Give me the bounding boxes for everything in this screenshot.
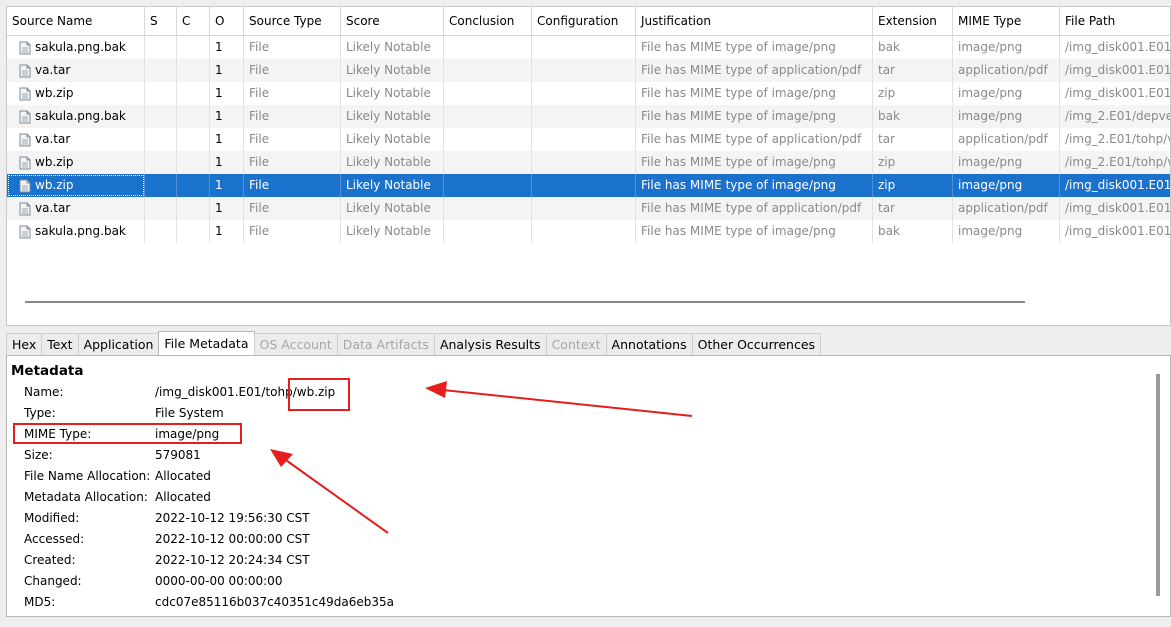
annotation-arrow-head-2	[270, 449, 293, 467]
annotation-arrow-line-1	[442, 389, 693, 417]
annotation-arrows	[270, 381, 693, 534]
annotation-arrow-head-1	[425, 381, 447, 398]
annotation-arrow-line-2	[282, 457, 389, 534]
